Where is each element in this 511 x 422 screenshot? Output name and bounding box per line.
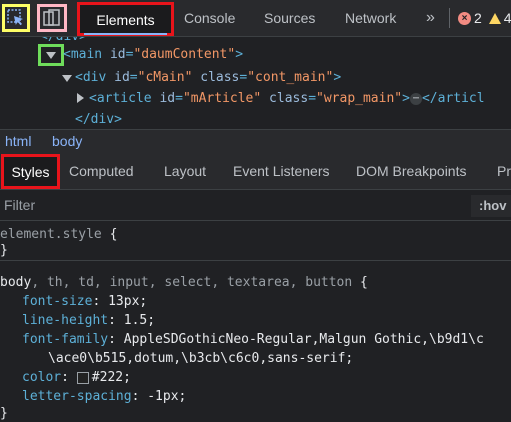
devtools-toolbar: Elements Console Sources Network » × 2 4 — [0, 0, 511, 37]
style-declaration[interactable]: font-family: AppleSDGothicNeo-Regular,Ma… — [22, 330, 484, 349]
element-style-close: } — [0, 243, 8, 258]
warning-count: 4 — [503, 10, 511, 26]
style-declaration[interactable]: color: #222; — [22, 368, 131, 387]
dom-node-div[interactable]: <div id="cMain" class="cont_main"> — [75, 68, 341, 88]
tab-styles[interactable]: Styles — [1, 154, 60, 189]
style-declaration[interactable]: letter-spacing: -1px; — [22, 387, 186, 406]
hover-state-toggle[interactable]: :hov — [471, 195, 511, 217]
tab-elements[interactable]: Elements — [77, 2, 174, 36]
tab-console[interactable]: Console — [184, 0, 235, 37]
tab-layout[interactable]: Layout — [164, 153, 206, 190]
color-swatch[interactable] — [76, 371, 89, 384]
tab-network[interactable]: Network — [345, 0, 396, 37]
body-rule-selector[interactable]: body, th, td, input, select, textarea, b… — [0, 273, 368, 292]
collapse-arrow-icon[interactable] — [77, 93, 84, 103]
device-toolbar-button[interactable] — [37, 4, 67, 32]
body-rule-close: } — [0, 406, 8, 421]
error-count: 2 — [474, 10, 482, 26]
tab-computed[interactable]: Computed — [69, 153, 134, 190]
collapsed-content-icon[interactable]: ⋯ — [409, 92, 422, 105]
styles-pane-tabs: Styles Computed Layout Event Listeners D… — [0, 153, 511, 190]
issues-counter[interactable]: × 2 4 — [458, 9, 511, 27]
breadcrumb-html[interactable]: html — [5, 133, 31, 149]
filter-input[interactable]: Filter — [4, 197, 35, 213]
rule-divider — [0, 260, 511, 261]
tab-event-listeners[interactable]: Event Listeners — [233, 153, 330, 190]
inspect-element-icon — [7, 9, 23, 26]
toolbar-divider — [449, 8, 450, 28]
tab-dom-breakpoints[interactable]: DOM Breakpoints — [356, 153, 466, 190]
style-rules: element.style { } body, th, td, input, s… — [0, 221, 511, 422]
tab-sources[interactable]: Sources — [264, 0, 315, 37]
style-declaration[interactable]: line-height: 1.5; — [22, 311, 155, 330]
error-icon: × — [458, 11, 471, 25]
element-style-rule[interactable]: element.style { — [0, 225, 117, 244]
dom-tree: </div> <main id="daumContent"> <div id="… — [0, 37, 511, 129]
style-declaration-continued: \ace0\b515,dotum,\b3cb\c6c0,sans-serif; — [48, 351, 354, 366]
tab-properties[interactable]: Pr — [497, 153, 511, 190]
device-toolbar-icon — [43, 9, 60, 26]
style-declaration[interactable]: font-size: 13px; — [22, 292, 147, 311]
expand-arrow-icon[interactable] — [62, 75, 72, 82]
dom-node-article[interactable]: <article id="mArticle" class="wrap_main"… — [89, 89, 485, 109]
breadcrumb: html body — [0, 129, 511, 153]
inspect-element-button[interactable] — [2, 4, 30, 32]
dom-node-main[interactable]: <main id="daumContent"> — [63, 45, 243, 65]
more-tabs-button[interactable]: » — [426, 0, 435, 35]
breadcrumb-body[interactable]: body — [52, 133, 82, 149]
warning-icon — [488, 12, 501, 24]
styles-filter-bar: Filter :hov — [0, 190, 511, 221]
active-tab-indicator — [84, 33, 167, 35]
expand-arrow-icon[interactable] — [46, 52, 56, 59]
dom-node-div-close[interactable]: </div> — [75, 110, 122, 129]
